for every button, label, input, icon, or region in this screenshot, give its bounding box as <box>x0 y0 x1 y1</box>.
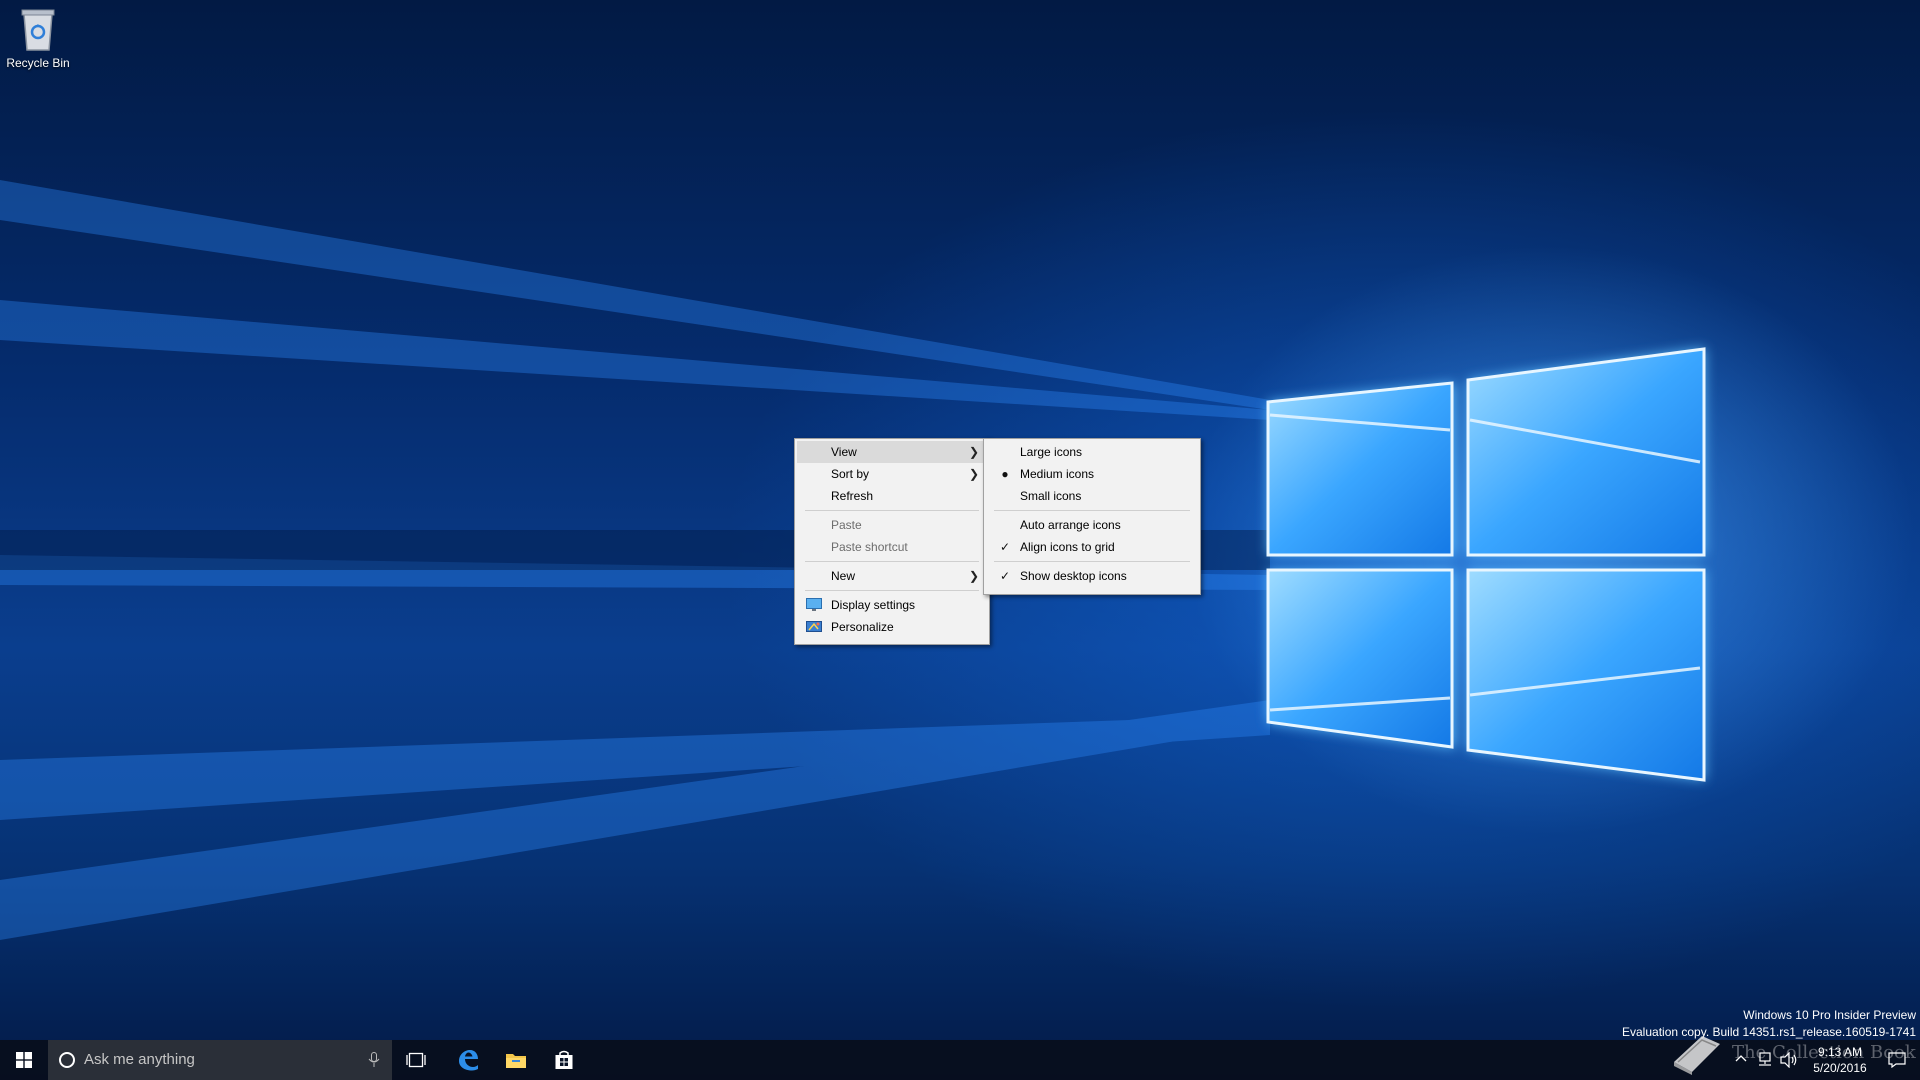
file-explorer-icon <box>506 1054 526 1068</box>
submenu-item-align-to-grid[interactable]: ✓ Align icons to grid <box>986 536 1198 558</box>
menu-item-label: Auto arrange icons <box>1020 518 1121 532</box>
menu-separator <box>805 590 979 591</box>
task-view-icon <box>406 1052 426 1068</box>
desktop-icon-label: Recycle Bin <box>6 56 70 70</box>
clock-time: 9:13 AM <box>1817 1045 1863 1059</box>
start-button[interactable] <box>0 1040 48 1080</box>
submenu-item-auto-arrange[interactable]: Auto arrange icons <box>986 514 1198 536</box>
menu-item-label: Sort by <box>831 467 870 481</box>
volume-icon <box>1780 1052 1797 1068</box>
store-icon <box>555 1050 573 1069</box>
chevron-right-icon: ❯ <box>968 445 979 459</box>
menu-item-personalize[interactable]: Personalize <box>797 616 987 638</box>
volume-button[interactable] <box>1780 1040 1800 1080</box>
menu-separator <box>994 510 1190 511</box>
chevron-right-icon: ❯ <box>968 569 979 583</box>
menu-item-label: Refresh <box>831 489 874 503</box>
bullet-icon: ● <box>1001 467 1009 481</box>
taskbar: Ask me anything 9:13 AM 5/20/2016 <box>0 1040 1920 1080</box>
clock-date: 5/20/2016 <box>1813 1061 1867 1075</box>
recycle-bin-icon <box>21 9 55 51</box>
windows-logo-icon <box>16 1052 32 1068</box>
build-text: Evaluation copy. Build 14351.rs1_release… <box>1622 1025 1916 1039</box>
menu-item-label: Align icons to grid <box>1020 540 1115 554</box>
display-settings-icon <box>806 598 822 611</box>
edge-icon <box>459 1050 478 1071</box>
menu-separator <box>994 561 1190 562</box>
submenu-item-medium-icons[interactable]: ● Medium icons <box>986 463 1198 485</box>
checkmark-icon: ✓ <box>999 569 1011 583</box>
desktop-icon-recycle-bin[interactable]: Recycle Bin <box>4 6 72 70</box>
network-button[interactable] <box>1756 1040 1776 1080</box>
menu-separator <box>805 510 979 511</box>
menu-item-new[interactable]: New ❯ <box>797 565 987 587</box>
menu-item-paste-shortcut[interactable]: Paste shortcut <box>797 536 987 558</box>
microphone-icon[interactable] <box>368 1052 380 1068</box>
menu-item-label: New <box>831 569 856 583</box>
edition-text: Windows 10 Pro Insider Preview <box>1743 1008 1916 1022</box>
file-explorer-taskbar-button[interactable] <box>494 1040 538 1080</box>
menu-item-label: View <box>831 445 857 459</box>
menu-item-label: Display settings <box>831 598 916 612</box>
menu-item-refresh[interactable]: Refresh <box>797 485 987 507</box>
cortana-icon <box>59 1052 75 1068</box>
menu-item-paste[interactable]: Paste <box>797 514 987 536</box>
submenu-item-small-icons[interactable]: Small icons <box>986 485 1198 507</box>
submenu-item-large-icons[interactable]: Large icons <box>986 441 1198 463</box>
menu-item-sort-by[interactable]: Sort by ❯ <box>797 463 987 485</box>
menu-item-label: Small icons <box>1020 489 1082 503</box>
build-watermark: Windows 10 Pro Insider Preview Evaluatio… <box>1622 1007 1916 1041</box>
chevron-up-icon <box>1735 1055 1747 1062</box>
checkmark-icon: ✓ <box>999 540 1011 554</box>
search-placeholder: Ask me anything <box>84 1051 195 1068</box>
menu-separator <box>805 561 979 562</box>
view-submenu: Large icons ● Medium icons Small icons A… <box>983 438 1201 595</box>
task-view-button[interactable] <box>396 1040 436 1080</box>
personalize-icon <box>806 621 822 632</box>
menu-item-label: Large icons <box>1020 445 1083 459</box>
cortana-search-box[interactable]: Ask me anything <box>48 1040 392 1080</box>
taskbar-clock[interactable]: 9:13 AM 5/20/2016 <box>1804 1040 1876 1080</box>
submenu-item-show-desktop-icons[interactable]: ✓ Show desktop icons <box>986 565 1198 587</box>
store-taskbar-button[interactable] <box>542 1040 586 1080</box>
action-center-icon <box>1888 1052 1906 1068</box>
edge-taskbar-button[interactable] <box>446 1040 490 1080</box>
menu-item-label: Paste shortcut <box>831 540 908 554</box>
desktop-context-menu: View ❯ Sort by ❯ Refresh Paste Paste sho… <box>794 438 990 645</box>
menu-item-label: Paste <box>831 518 862 532</box>
menu-item-label: Show desktop icons <box>1020 569 1127 583</box>
action-center-button[interactable] <box>1878 1040 1916 1080</box>
chevron-right-icon: ❯ <box>968 467 979 481</box>
show-hidden-icons-button[interactable] <box>1734 1040 1750 1080</box>
menu-item-view[interactable]: View ❯ <box>797 441 987 463</box>
menu-item-display-settings[interactable]: Display settings <box>797 594 987 616</box>
network-icon <box>1759 1052 1771 1066</box>
menu-item-label: Personalize <box>831 620 894 634</box>
menu-item-label: Medium icons <box>1020 467 1095 481</box>
